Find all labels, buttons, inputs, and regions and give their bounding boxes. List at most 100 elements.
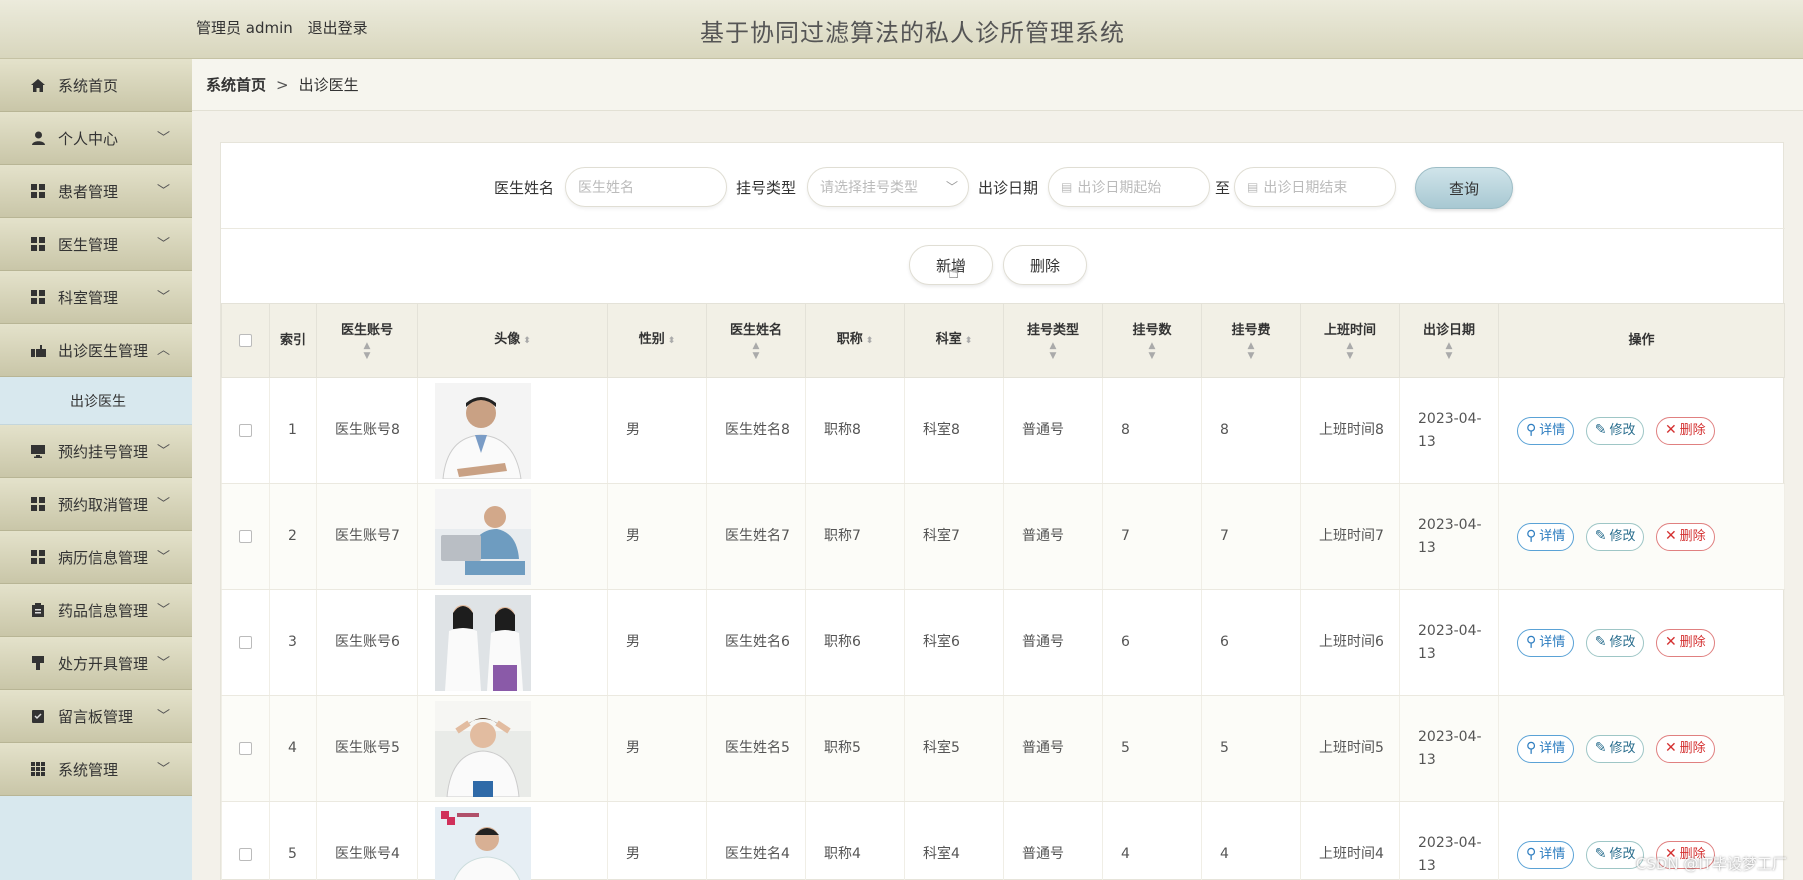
watermark: CSDN @IT毕设梦工厂 xyxy=(1635,855,1787,873)
sidebar-item-system[interactable]: 系统管理 ﹀ xyxy=(0,743,192,796)
col-reg-type-label: 挂号类型 xyxy=(1026,322,1079,338)
detail-button[interactable]: ⚲ 详情 xyxy=(1517,522,1575,551)
work-time-cell: 上班时间5 xyxy=(1300,695,1400,802)
sidebar-item-cancellations[interactable]: 预约取消管理 ﹀ xyxy=(0,478,192,531)
notes-icon xyxy=(30,708,46,724)
doctor-avatar-image xyxy=(435,700,531,797)
date-end-placeholder: 出诊日期结束 xyxy=(1263,180,1348,196)
calendar-icon: ▤ xyxy=(1247,180,1259,194)
avatar-cell xyxy=(417,801,608,880)
sidebar-item-label: 留言板管理 xyxy=(58,707,134,726)
table-row: 2 医生账号7 男 医生姓名7 职称7 科室7 普通号 7 7 上班时间7 20… xyxy=(221,483,1785,590)
select-all-header xyxy=(221,303,270,378)
sidebar-item-label: 系统管理 xyxy=(58,760,119,779)
col-reg-fee[interactable]: 挂号费 ▲ ▼ xyxy=(1201,303,1301,378)
sidebar-item-home[interactable]: 系统首页 xyxy=(0,59,192,112)
stamp-icon xyxy=(30,655,46,671)
search-icon: ⚲ xyxy=(1526,740,1537,756)
detail-button[interactable]: ⚲ 详情 xyxy=(1517,734,1575,763)
doctor-table: 索引 医生账号 ▲ ▼ 头像 ⬍ 性别 ⬍ 医生姓名 ▲ ▼ 职称 ⬍ 科室 ⬍ 挂号类型 ▲ ▼ … xyxy=(221,303,1785,880)
delete-button[interactable]: ✕ 删除 xyxy=(1655,628,1715,657)
date-start-input[interactable]: ▤ 出诊日期起始 xyxy=(1048,167,1210,207)
date-end-input[interactable]: ▤ 出诊日期结束 xyxy=(1234,167,1396,207)
col-reg-type[interactable]: 挂号类型 ▲ ▼ xyxy=(1003,303,1103,378)
grid-icon xyxy=(30,549,46,565)
reg-type-select[interactable]: 请选择挂号类型 ﹀ xyxy=(807,167,969,207)
sidebar-item-visiting-doctors[interactable]: 出诊医生管理 ︿ xyxy=(0,324,192,377)
col-ops: 操作 xyxy=(1498,303,1785,378)
col-name-label: 医生姓名 xyxy=(729,322,782,338)
edit-button[interactable]: ✎ 修改 xyxy=(1585,522,1645,551)
detail-button[interactable]: ⚲ 详情 xyxy=(1517,416,1575,445)
breadcrumb-home[interactable]: 系统首页 xyxy=(206,74,266,95)
doctor-name-placeholder: 医生姓名 xyxy=(578,180,634,196)
detail-button[interactable]: ⚲ 详情 xyxy=(1517,840,1575,869)
pencil-icon: ✎ xyxy=(1594,422,1607,438)
delete-button[interactable]: ✕ 删除 xyxy=(1655,416,1715,445)
row-checkbox[interactable] xyxy=(239,423,252,437)
row-checkbox[interactable] xyxy=(239,635,252,649)
visit-date-label: 出诊日期 xyxy=(978,179,1039,197)
sort-icon: ⬍ xyxy=(865,336,874,346)
sidebar-item-records[interactable]: 病历信息管理 ﹀ xyxy=(0,531,192,584)
row-checkbox[interactable] xyxy=(239,741,252,755)
delete-button[interactable]: ✕ 删除 xyxy=(1655,734,1715,763)
edit-label: 修改 xyxy=(1609,847,1636,862)
col-avatar[interactable]: 头像 ⬍ xyxy=(417,303,608,378)
row-select-cell xyxy=(221,589,270,696)
hand-icon xyxy=(30,342,46,358)
pencil-icon: ✎ xyxy=(1594,634,1607,650)
col-reg-count-label: 挂号数 xyxy=(1132,322,1172,338)
ops-cell: ⚲ 详情 ✎ 修改 ✕ 删除 xyxy=(1498,483,1785,590)
col-index-label: 索引 xyxy=(279,332,306,348)
col-reg-count[interactable]: 挂号数 ▲ ▼ xyxy=(1102,303,1202,378)
search-icon: ⚲ xyxy=(1526,528,1537,544)
sidebar-item-label: 个人中心 xyxy=(58,129,119,148)
col-dept[interactable]: 科室 ⬍ xyxy=(904,303,1004,378)
sidebar-item-appointments[interactable]: 预约挂号管理 ﹀ xyxy=(0,425,192,478)
query-button[interactable]: 查询 xyxy=(1415,167,1513,209)
close-icon: ✕ xyxy=(1664,422,1677,438)
sidebar-item-medicines[interactable]: 药品信息管理 ﹀ xyxy=(0,584,192,637)
sidebar-item-doctors[interactable]: 医生管理 ﹀ xyxy=(0,218,192,271)
detail-button[interactable]: ⚲ 详情 xyxy=(1517,628,1575,657)
visit-date-cell: 2023-04-13 xyxy=(1399,589,1499,696)
col-gender[interactable]: 性别 ⬍ xyxy=(607,303,707,378)
col-title-label: 职称 xyxy=(836,332,863,347)
col-account[interactable]: 医生账号 ▲ ▼ xyxy=(316,303,418,378)
doctor-avatar-image xyxy=(435,382,531,479)
row-checkbox[interactable] xyxy=(239,847,252,861)
sidebar-item-label: 预约挂号管理 xyxy=(58,442,149,461)
doctor-name-input[interactable]: 医生姓名 xyxy=(565,167,727,207)
edit-button[interactable]: ✎ 修改 xyxy=(1585,734,1645,763)
sidebar-subitem-visiting-doctor[interactable]: 出诊医生 xyxy=(0,377,192,425)
col-name[interactable]: 医生姓名 ▲ ▼ xyxy=(706,303,806,378)
col-title[interactable]: 职称 ⬍ xyxy=(805,303,905,378)
batch-delete-button[interactable]: 删除 xyxy=(1003,245,1087,285)
calendar-icon: ▤ xyxy=(1061,180,1073,194)
sidebar-item-prescriptions[interactable]: 处方开具管理 ﹀ xyxy=(0,637,192,690)
col-visit-date[interactable]: 出诊日期 ▲ ▼ xyxy=(1399,303,1499,378)
account-cell: 医生账号5 xyxy=(316,695,418,802)
sidebar-item-label: 医生管理 xyxy=(58,235,119,254)
sort-icon: ⬍ xyxy=(964,336,973,346)
sidebar-item-messages[interactable]: 留言板管理 ﹀ xyxy=(0,690,192,743)
gender-cell: 男 xyxy=(607,377,707,484)
sidebar-item-departments[interactable]: 科室管理 ﹀ xyxy=(0,271,192,324)
name-cell: 医生姓名7 xyxy=(706,483,806,590)
gender-cell: 男 xyxy=(607,695,707,802)
breadcrumb-current: 出诊医生 xyxy=(298,76,359,94)
index-cell: 3 xyxy=(269,589,317,696)
work-time-cell: 上班时间8 xyxy=(1300,377,1400,484)
row-select-cell xyxy=(221,801,270,880)
title-cell: 职称6 xyxy=(805,589,905,696)
sort-icon: ▲ ▼ xyxy=(1049,340,1057,361)
delete-button[interactable]: ✕ 删除 xyxy=(1655,522,1715,551)
row-checkbox[interactable] xyxy=(239,529,252,543)
col-work-time[interactable]: 上班时间 ▲ ▼ xyxy=(1300,303,1400,378)
edit-button[interactable]: ✎ 修改 xyxy=(1585,416,1645,445)
sidebar-item-personal[interactable]: 个人中心 ﹀ xyxy=(0,112,192,165)
edit-button[interactable]: ✎ 修改 xyxy=(1585,628,1645,657)
sidebar-item-patients[interactable]: 患者管理 ﹀ xyxy=(0,165,192,218)
select-all-checkbox[interactable] xyxy=(239,333,252,347)
